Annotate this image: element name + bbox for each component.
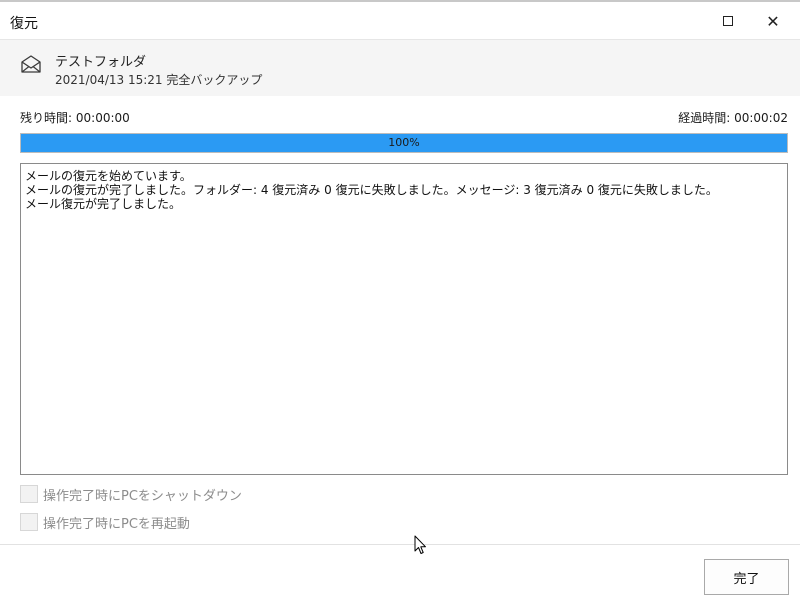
close-button[interactable]: ✕ [750,4,796,38]
backup-info: 2021/04/13 15:21 完全バックアップ [55,73,263,87]
footer-divider [0,544,800,545]
restore-window: 復元 ✕ テストフォルダ 2021/04/13 15:21 完全バックアップ 残… [0,0,800,602]
remaining-time-label: 残り時間: [20,111,73,125]
elapsed-time-value: 00:00:02 [734,111,788,125]
log-line: メールの復元が完了しました。フォルダー: 4 復元済み 0 復元に失敗しました。… [25,183,718,197]
mail-envelope-icon [21,55,41,73]
remaining-time-value: 00:00:00 [75,111,130,125]
shutdown-checkbox[interactable] [20,485,38,503]
done-button[interactable]: 完了 [704,559,789,595]
restart-option[interactable]: 操作完了時にPCを再起動 [20,513,190,532]
progress-bar: 100% [20,133,788,153]
log-line: メールの復元を始めています。 [25,169,192,183]
log-line: メール復元が完了しました。 [25,197,182,211]
close-icon: ✕ [766,11,780,31]
shutdown-option-label: 操作完了時にPCをシャットダウン [43,488,242,504]
window-title: 復元 [10,16,38,32]
shutdown-option[interactable]: 操作完了時にPCをシャットダウン [20,485,242,504]
restart-checkbox[interactable] [20,513,38,531]
restart-option-label: 操作完了時にPCを再起動 [43,516,190,532]
progress-percent: 100% [388,136,420,149]
folder-name: テストフォルダ [55,55,147,70]
elapsed-time: 経過時間: 00:00:02 [678,109,788,126]
elapsed-time-label: 経過時間: [678,111,731,125]
remaining-time: 残り時間: 00:00:00 [20,109,130,126]
restore-log[interactable]: メールの復元を始めています。 メールの復元が完了しました。フォルダー: 4 復元… [20,163,788,475]
maximize-button[interactable] [705,4,751,38]
backup-header: テストフォルダ 2021/04/13 15:21 完全バックアップ [0,39,800,96]
maximize-icon [723,16,733,26]
title-bar: 復元 ✕ [0,4,800,38]
mouse-cursor-icon [414,535,426,554]
